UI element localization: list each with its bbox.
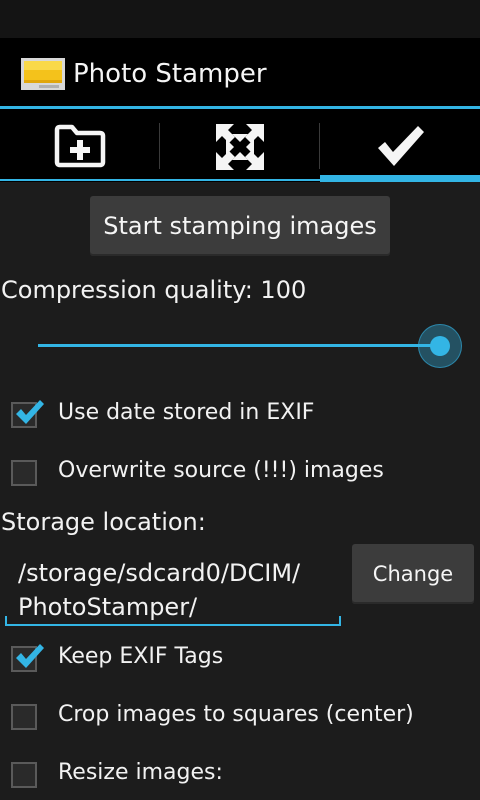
change-location-button[interactable]: Change (352, 544, 474, 604)
checkbox-crop-squares[interactable] (11, 704, 37, 730)
tab-fullscreen[interactable] (160, 109, 320, 182)
check-icon (16, 400, 44, 424)
storage-path-tick (339, 616, 341, 626)
option-crop-squares[interactable]: Crop images to squares (center) (0, 692, 480, 740)
checkbox-keep-exif-tags[interactable] (11, 644, 44, 672)
app-icon (21, 58, 65, 90)
storage-path-field[interactable]: /storage/sdcard0/DCIM/ PhotoStamper/ (5, 554, 341, 630)
action-bar: Photo Stamper (0, 38, 480, 110)
storage-path-line: PhotoStamper/ (18, 593, 198, 621)
checkbox-use-exif-date[interactable] (11, 400, 44, 428)
tab-add-folder[interactable] (0, 109, 160, 182)
app-title: Photo Stamper (73, 59, 267, 89)
compression-quality-label: Compression quality: 100 (1, 276, 307, 304)
tab-bar (0, 109, 480, 182)
folder-add-icon (54, 124, 106, 168)
storage-path-text: /storage/sdcard0/DCIM/ PhotoStamper/ (18, 556, 338, 624)
tab-selected-indicator (320, 175, 480, 182)
compression-slider-track[interactable] (38, 344, 438, 347)
storage-location-label: Storage location: (1, 508, 206, 536)
option-label: Resize images: (58, 760, 223, 785)
check-icon (16, 644, 44, 668)
start-stamping-button[interactable]: Start stamping images (90, 196, 390, 256)
fullscreen-icon (216, 124, 264, 170)
option-keep-exif-tags[interactable]: Keep EXIF Tags (0, 634, 480, 682)
option-label: Use date stored in EXIF (58, 400, 315, 425)
status-bar (0, 0, 480, 38)
option-label: Overwrite source (!!!) images (58, 458, 384, 483)
tab-checkmark[interactable] (320, 109, 480, 182)
storage-path-line: /storage/sdcard0/DCIM/ (18, 559, 301, 587)
option-resize-images[interactable]: Resize images: (0, 750, 480, 798)
checkmark-icon (378, 126, 424, 166)
checkbox-overwrite-source[interactable] (11, 460, 37, 486)
option-label: Crop images to squares (center) (58, 702, 414, 727)
option-use-exif-date[interactable]: Use date stored in EXIF (0, 390, 480, 438)
settings-content: Start stamping images Compression qualit… (0, 182, 480, 800)
option-overwrite-source[interactable]: Overwrite source (!!!) images (0, 448, 480, 496)
storage-path-tick (5, 616, 7, 626)
checkbox-resize-images[interactable] (11, 762, 37, 788)
storage-path-underline (5, 624, 341, 626)
option-label: Keep EXIF Tags (58, 644, 224, 669)
compression-slider-thumb[interactable] (430, 336, 450, 356)
